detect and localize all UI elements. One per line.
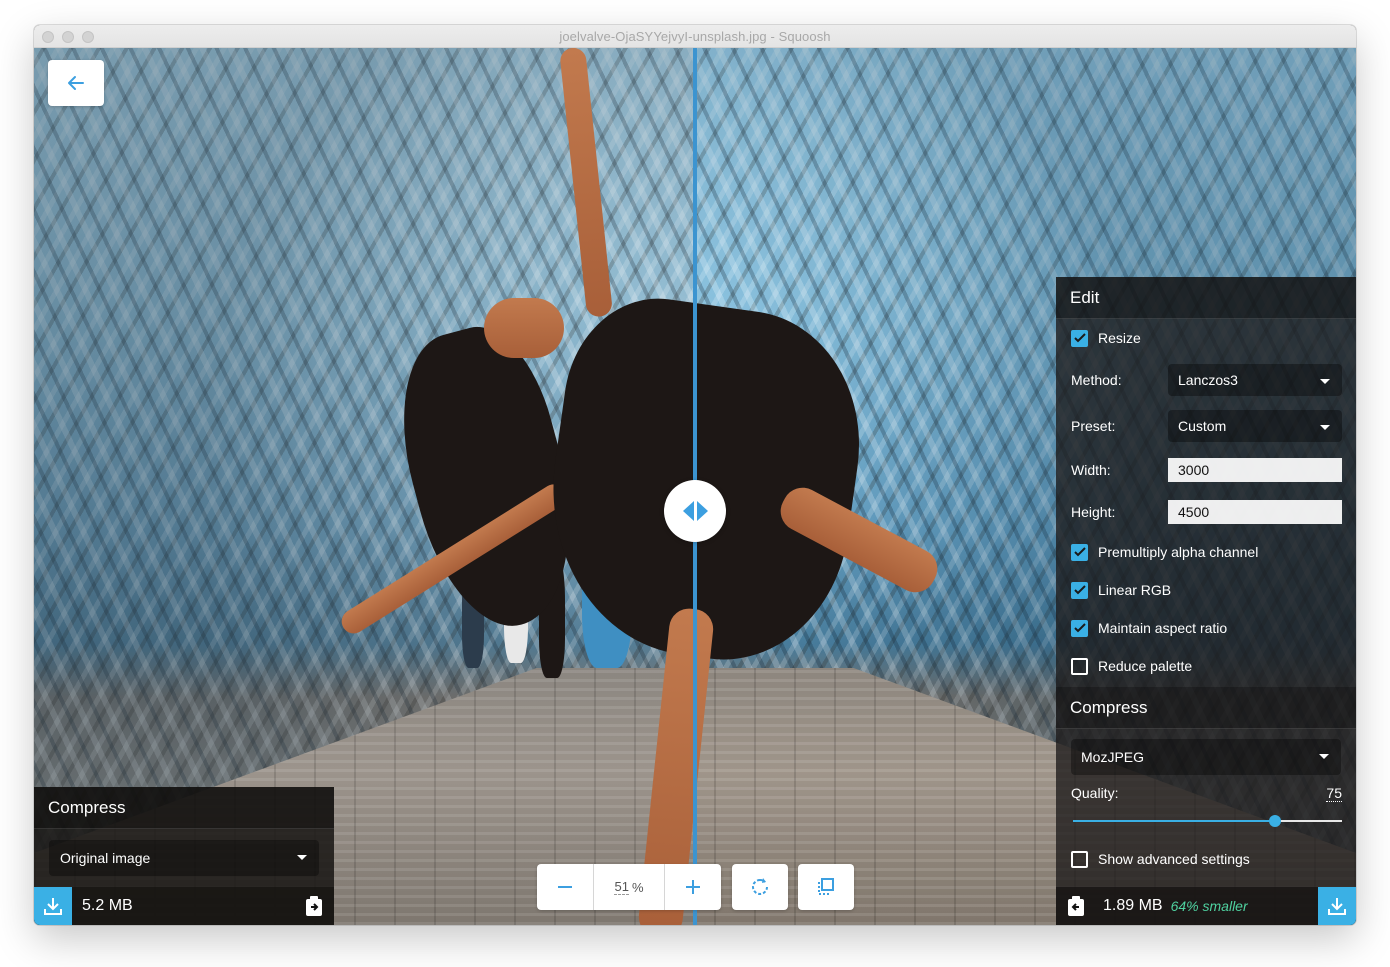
arrow-left-icon: [68, 76, 84, 90]
minimize-window-button[interactable]: [62, 31, 74, 43]
maximize-window-button[interactable]: [82, 31, 94, 43]
copy-to-other-side-icon: [1068, 896, 1084, 916]
zoom-in-button[interactable]: [665, 864, 721, 910]
chevron-down-icon: [1320, 425, 1330, 430]
width-label: Width:: [1071, 462, 1111, 478]
reduce-palette-option[interactable]: Reduce palette: [1056, 647, 1356, 685]
left-codec-value: Original image: [60, 850, 151, 866]
right-codec-select[interactable]: MozJPEG: [1071, 739, 1341, 775]
premultiply-option[interactable]: Premultiply alpha channel: [1056, 533, 1356, 571]
height-row: Height:: [1056, 491, 1356, 533]
back-button[interactable]: [48, 60, 104, 106]
zoom-level-input[interactable]: 51 %: [593, 864, 665, 910]
reduce-palette-label: Reduce palette: [1098, 658, 1193, 674]
method-select[interactable]: Lanczos3: [1168, 364, 1342, 396]
minus-icon: [558, 886, 572, 888]
maintain-aspect-option[interactable]: Maintain aspect ratio: [1056, 609, 1356, 647]
window-title: joelvalve-OjaSYYejvyI-unsplash.jpg - Squ…: [559, 28, 831, 44]
zoom-out-button[interactable]: [537, 864, 593, 910]
split-handle-right-arrow-icon: [696, 501, 708, 521]
resize-label: Resize: [1098, 330, 1141, 346]
resize-checkbox[interactable]: [1071, 329, 1088, 347]
left-options-panel: Compress Original image 5.2 MB: [34, 787, 334, 925]
left-results-bar: 5.2 MB: [34, 887, 334, 925]
rotate-button[interactable]: [732, 864, 788, 910]
checkmark-icon: [1073, 623, 1086, 633]
plus-icon: [686, 880, 700, 894]
split-handle[interactable]: [664, 480, 726, 542]
width-row: Width:: [1056, 449, 1356, 491]
title-bar: joelvalve-OjaSYYejvyI-unsplash.jpg - Squ…: [34, 25, 1356, 48]
height-label: Height:: [1071, 504, 1116, 520]
zoom-controls: 51 %: [537, 864, 721, 910]
app-window: joelvalve-OjaSYYejvyI-unsplash.jpg - Squ…: [34, 25, 1356, 925]
checkmark-icon: [1073, 585, 1086, 595]
preset-value: Custom: [1178, 418, 1227, 434]
maintain-aspect-label: Maintain aspect ratio: [1098, 620, 1228, 636]
right-results-bar: 1.89 MB 64% smaller: [1056, 887, 1356, 925]
preset-row: Preset: Custom: [1056, 403, 1356, 449]
preset-label: Preset:: [1071, 418, 1116, 434]
advanced-settings-label: Show advanced settings: [1098, 851, 1250, 867]
linear-rgb-option[interactable]: Linear RGB: [1056, 571, 1356, 609]
quality-label: Quality:: [1071, 785, 1119, 801]
premultiply-label: Premultiply alpha channel: [1098, 544, 1259, 560]
quality-value[interactable]: 75: [1326, 785, 1342, 802]
right-compress-heading: Compress: [1056, 687, 1356, 729]
left-copy-settings-button[interactable]: [303, 893, 325, 919]
checkmark-icon: [1073, 547, 1086, 557]
linear-rgb-label: Linear RGB: [1098, 582, 1172, 598]
quality-slider[interactable]: [1073, 814, 1342, 828]
image-comparison-stage[interactable]: 51 % Compress Original image 5.2 MB Edit…: [34, 48, 1356, 925]
zoom-value: 51: [614, 879, 629, 895]
background-toggle-icon: [818, 878, 834, 895]
right-download-button[interactable]: [1318, 887, 1356, 925]
background-toggle-button[interactable]: [798, 864, 854, 910]
left-codec-select[interactable]: Original image: [49, 840, 319, 876]
left-file-size: 5.2 MB: [82, 897, 133, 914]
download-icon: [44, 898, 62, 915]
resize-option[interactable]: Resize: [1056, 319, 1356, 357]
reduce-palette-checkbox[interactable]: [1071, 657, 1088, 675]
maintain-aspect-checkbox[interactable]: [1071, 619, 1088, 637]
size-savings: 64% smaller: [1170, 898, 1248, 914]
advanced-settings-checkbox[interactable]: [1071, 850, 1088, 868]
edit-heading: Edit: [1056, 277, 1356, 319]
quality-row: Quality: 75: [1056, 785, 1356, 802]
advanced-settings-option[interactable]: Show advanced settings: [1056, 840, 1356, 878]
linear-rgb-checkbox[interactable]: [1071, 581, 1088, 599]
quality-slider-fill: [1073, 820, 1275, 822]
right-copy-settings-button[interactable]: [1065, 893, 1087, 919]
left-compress-heading: Compress: [34, 787, 334, 829]
method-value: Lanczos3: [1178, 372, 1238, 388]
method-row: Method: Lanczos3: [1056, 357, 1356, 403]
right-codec-value: MozJPEG: [1081, 749, 1145, 765]
left-download-button[interactable]: [34, 887, 72, 925]
chevron-down-icon: [1320, 379, 1330, 384]
split-handle-left-arrow-icon: [682, 501, 694, 521]
preset-select[interactable]: Custom: [1168, 410, 1342, 442]
premultiply-checkbox[interactable]: [1071, 543, 1088, 561]
photo-dancer-face: [484, 298, 564, 358]
right-options-panel: Edit Resize Method: Lanczos3 Preset: Cus…: [1056, 277, 1356, 925]
copy-to-other-side-icon: [306, 896, 322, 916]
height-input[interactable]: [1168, 500, 1342, 524]
width-input[interactable]: [1168, 458, 1342, 482]
rotate-icon: [752, 878, 768, 895]
checkmark-icon: [1073, 333, 1086, 343]
right-file-size: 1.89 MB: [1103, 897, 1163, 914]
chevron-down-icon: [1319, 754, 1329, 759]
close-window-button[interactable]: [42, 31, 54, 43]
chevron-down-icon: [297, 855, 307, 860]
method-label: Method:: [1071, 372, 1122, 388]
download-icon: [1328, 898, 1346, 915]
zoom-unit: %: [631, 879, 644, 895]
quality-slider-thumb[interactable]: [1268, 815, 1281, 827]
window-controls: [42, 31, 94, 43]
